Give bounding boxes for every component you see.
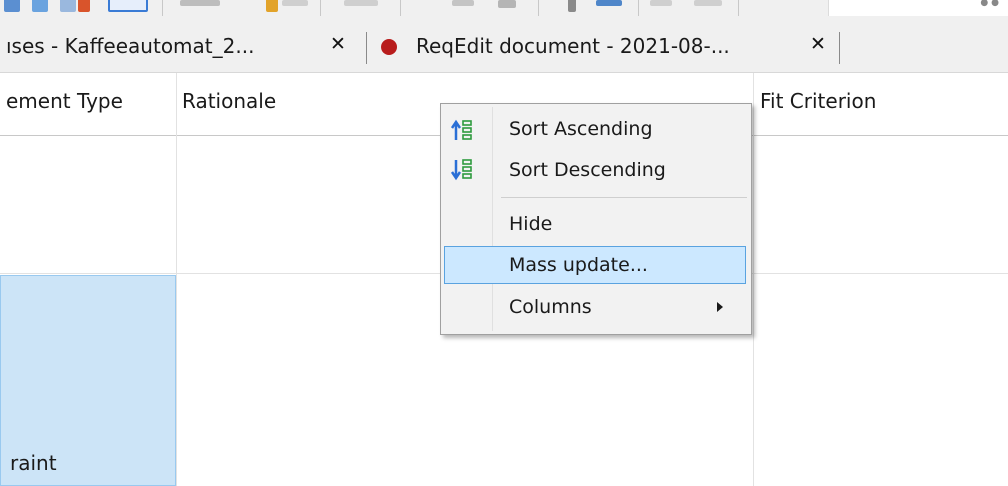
cell-text: raint (10, 451, 57, 475)
menu-item-label: Hide (509, 213, 553, 235)
search-box[interactable]: ● ● (828, 0, 1008, 16)
toolbar-separator (738, 0, 739, 16)
toolbar-button-2[interactable] (32, 0, 48, 12)
menu-item-sort-ascending[interactable]: Sort Ascending (444, 110, 746, 148)
modified-dot-icon (381, 39, 397, 55)
app-window: ● ● ıses - Kaffeeautomat_2... ✕ ReqEdit … (0, 0, 1008, 486)
toolbar-button-1[interactable] (4, 0, 20, 12)
submenu-arrow-icon (717, 302, 723, 312)
toolbar-button-9[interactable] (344, 0, 378, 6)
column-divider[interactable] (753, 73, 754, 486)
menu-item-label: Sort Ascending (509, 118, 653, 140)
search-icon[interactable]: ● ● (980, 0, 999, 8)
tab-separator (839, 32, 840, 64)
tab-label: ıses - Kaffeeautomat_2... (6, 34, 255, 58)
menu-separator (501, 197, 747, 198)
close-icon[interactable]: ✕ (810, 35, 826, 54)
column-header-requirement-type[interactable]: ement Type (0, 73, 176, 135)
toolbar-button-4[interactable] (78, 0, 90, 12)
menu-item-label: Mass update... (509, 254, 648, 276)
sort-ascending-icon (450, 119, 472, 140)
menu-item-columns[interactable]: Columns (444, 288, 746, 326)
tab-kaffeeautomat[interactable]: ıses - Kaffeeautomat_2... ✕ (0, 22, 366, 72)
tab-separator (366, 32, 367, 64)
toolbar-separator (162, 0, 163, 16)
toolbar-button-13[interactable] (596, 0, 622, 6)
tab-bar: ıses - Kaffeeautomat_2... ✕ ReqEdit docu… (0, 22, 1008, 73)
tab-label: ReqEdit document - 2021-08-... (416, 34, 730, 58)
toolbar-separator (538, 0, 539, 16)
column-context-menu: Sort Ascending Sort Descending Hide Mass… (440, 103, 752, 335)
toolbar-button-12[interactable] (568, 0, 576, 12)
column-header-fit-criterion[interactable]: Fit Criterion (754, 73, 1008, 135)
toolbar-separator (320, 0, 321, 16)
close-icon[interactable]: ✕ (330, 35, 346, 54)
toolbar-button-15[interactable] (694, 0, 722, 6)
toolbar-button-3[interactable] (60, 0, 76, 12)
toolbar-separator (400, 0, 401, 16)
column-divider[interactable] (176, 73, 177, 486)
toolbar-button-5[interactable] (108, 0, 148, 12)
toolbar-separator (638, 0, 639, 16)
toolbar-button-7[interactable] (266, 0, 278, 12)
toolbar-button-11[interactable] (498, 0, 516, 8)
menu-item-label: Sort Descending (509, 159, 666, 181)
toolbar: ● ● (0, 0, 1008, 22)
tab-reqedit-document[interactable]: ReqEdit document - 2021-08-... ✕ (372, 22, 842, 72)
sort-descending-icon (450, 159, 472, 181)
toolbar-button-6[interactable] (180, 0, 220, 6)
menu-item-sort-descending[interactable]: Sort Descending (444, 151, 746, 189)
menu-item-hide[interactable]: Hide (444, 205, 746, 243)
menu-item-label: Columns (509, 296, 592, 318)
toolbar-button-10[interactable] (452, 0, 474, 6)
toolbar-button-14[interactable] (650, 0, 672, 6)
menu-item-mass-update[interactable]: Mass update... (444, 246, 746, 284)
toolbar-button-8[interactable] (282, 0, 308, 6)
